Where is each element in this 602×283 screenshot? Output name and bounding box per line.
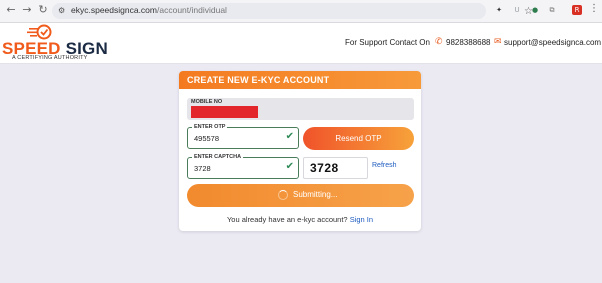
otp-label: ENTER OTP xyxy=(192,124,228,130)
ekyc-form-card: CREATE NEW E-KYC ACCOUNT MOBILE NO ENTER… xyxy=(179,71,421,231)
captcha-refresh-link[interactable]: Refresh xyxy=(372,162,397,169)
browser-menu-icon[interactable]: ⋮ xyxy=(589,3,599,14)
logo-subtitle: A CERTIFYING AUTHORITY xyxy=(12,55,88,61)
captcha-image: 3728 xyxy=(303,157,368,179)
loading-spinner-icon xyxy=(278,190,288,200)
submit-button[interactable]: Submitting... xyxy=(187,184,414,207)
resend-otp-button[interactable]: Resend OTP xyxy=(303,127,414,150)
phone-icon: ✆ xyxy=(435,37,443,47)
captcha-valid-check-icon: ✔ xyxy=(285,161,294,172)
mobile-label: MOBILE NO xyxy=(191,99,223,105)
form-title: CREATE NEW E-KYC ACCOUNT xyxy=(187,75,330,85)
extension-red-icon[interactable]: R xyxy=(572,5,582,15)
captcha-input[interactable] xyxy=(194,164,274,173)
address-bar[interactable]: ⚙ ekyc.speedsignca.com/account/individua… xyxy=(52,3,533,19)
reload-icon[interactable]: ↻ xyxy=(36,3,50,17)
url-host: ekyc.speedsignca.com xyxy=(71,5,157,15)
signin-link[interactable]: Sign In xyxy=(350,215,373,224)
mobile-redaction xyxy=(191,106,258,118)
card-header: CREATE NEW E-KYC ACCOUNT xyxy=(179,71,421,89)
captcha-code: 3728 xyxy=(310,161,339,175)
mail-icon: ✉ xyxy=(494,37,502,47)
url-path: /account/individual xyxy=(157,5,227,15)
browser-toolbar: ← → ↻ ⚙ ekyc.speedsignca.com/account/ind… xyxy=(0,0,602,23)
extension-u-icon[interactable]: U xyxy=(512,5,522,15)
signin-prompt-text: You already have an e-kyc account? xyxy=(226,215,348,224)
back-icon[interactable]: ← xyxy=(4,3,18,17)
signin-prompt: You already have an e-kyc account? Sign … xyxy=(179,215,421,224)
submit-label: Submitting... xyxy=(293,190,338,199)
extension-green-icon[interactable]: ● xyxy=(530,5,540,15)
support-label: For Support Contact On xyxy=(345,38,430,47)
captcha-field[interactable]: ENTER CAPTCHA ✔ xyxy=(187,154,299,179)
mobile-field: MOBILE NO xyxy=(187,98,414,120)
url-text: ekyc.speedsignca.com/account/individual xyxy=(71,5,227,15)
support-email[interactable]: support@speedsignca.com xyxy=(504,38,601,47)
site-info-icon[interactable]: ⚙ xyxy=(58,6,67,15)
site-header: SPEED SIGN A CERTIFYING AUTHORITY For Su… xyxy=(0,23,602,64)
extensions-puzzle-icon[interactable]: ⧉ xyxy=(547,5,557,15)
otp-input[interactable] xyxy=(194,134,274,143)
captcha-label: ENTER CAPTCHA xyxy=(192,154,244,160)
otp-valid-check-icon: ✔ xyxy=(285,131,294,142)
forward-icon[interactable]: → xyxy=(20,3,34,17)
support-phone[interactable]: 9828388688 xyxy=(446,38,491,47)
extension-black-icon[interactable]: ✦ xyxy=(494,5,504,15)
otp-field[interactable]: ENTER OTP ✔ xyxy=(187,124,299,149)
